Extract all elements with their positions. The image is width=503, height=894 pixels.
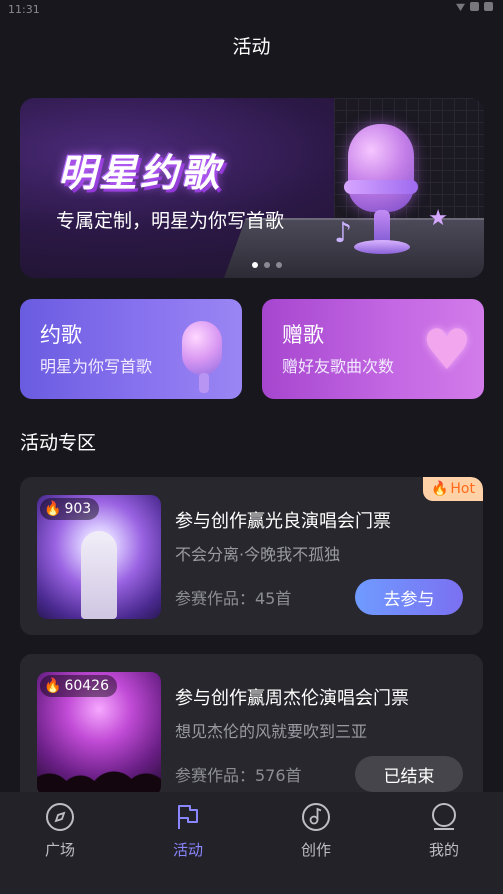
- microphone-band: [344, 180, 418, 194]
- microphone-icon: [182, 321, 222, 375]
- flame-icon: 🔥: [44, 678, 62, 694]
- ended-button[interactable]: 已结束: [355, 756, 463, 792]
- flame-icon: 🔥: [430, 481, 449, 497]
- flag-icon: [178, 805, 198, 829]
- activity-thumbnail: 🔥 60426: [37, 672, 161, 796]
- star-icon: ★: [428, 206, 448, 231]
- banner-subtitle: 专属定制，明星为你写首歌: [56, 210, 285, 232]
- nav-item-activity[interactable]: 活动: [148, 802, 228, 860]
- compass-icon: [46, 803, 74, 831]
- nav-label: 创作: [300, 841, 331, 859]
- battery-icon: [484, 2, 493, 11]
- activity-title: 参与创作赢周杰伦演唱会门票: [175, 688, 409, 709]
- section-title: 活动专区: [20, 432, 97, 454]
- pagination-dot[interactable]: [276, 262, 282, 268]
- heat-badge: 🔥 903: [40, 498, 100, 520]
- wifi-icon: [456, 3, 465, 11]
- signal-icon: [470, 2, 479, 11]
- nav-label: 我的: [428, 841, 459, 859]
- nav-item-square[interactable]: 广场: [20, 802, 100, 860]
- profile-icon: [432, 803, 456, 830]
- nav-label: 活动: [172, 841, 203, 859]
- activity-subtitle: 不会分离·今晚我不孤独: [175, 545, 341, 564]
- pagination-dot[interactable]: [252, 262, 258, 268]
- heart-icon: ♥: [421, 318, 472, 383]
- banner-pagination[interactable]: [252, 262, 282, 268]
- page-title: 活动: [232, 36, 271, 58]
- status-icons: [456, 2, 493, 11]
- join-button[interactable]: 去参与: [355, 579, 463, 615]
- activity-card[interactable]: 🔥 60426 参与创作赢周杰伦演唱会门票 想见杰伦的风就要吹到三亚 参赛作品：…: [20, 654, 483, 812]
- entries-count: 参赛作品：576首: [175, 766, 302, 785]
- microphone-icon: [348, 124, 414, 212]
- bottom-nav: 广场 活动 创作 我的: [0, 792, 503, 894]
- banner-title: 明星约歌: [58, 151, 223, 195]
- hot-label: Hot: [450, 481, 475, 497]
- activity-card[interactable]: 🔥 903 参与创作赢光良演唱会门票 不会分离·今晚我不孤独 参赛作品：45首 …: [20, 477, 483, 635]
- music-note-icon: ♪: [334, 216, 352, 249]
- feature-title: 赠歌: [282, 323, 324, 347]
- feature-subtitle: 赠好友歌曲次数: [282, 357, 395, 376]
- entries-count: 参赛作品：45首: [175, 589, 292, 608]
- heat-count: 60426: [64, 678, 109, 694]
- concert-crowd: [37, 746, 161, 796]
- status-bar: 11:31: [0, 0, 503, 22]
- heat-count: 903: [64, 501, 92, 517]
- activity-title: 参与创作赢光良演唱会门票: [175, 511, 391, 532]
- feature-subtitle: 明星为你写首歌: [40, 357, 153, 376]
- nav-item-mine[interactable]: 我的: [404, 802, 484, 860]
- book-song-card[interactable]: 约歌 明星为你写首歌: [20, 299, 242, 399]
- nav-item-create[interactable]: 创作: [276, 802, 356, 860]
- flame-icon: 🔥: [44, 501, 62, 517]
- feature-title: 约歌: [40, 323, 82, 347]
- promo-banner[interactable]: 明星约歌 专属定制，明星为你写首歌 ♪ ★: [20, 98, 484, 278]
- gift-song-card[interactable]: 赠歌 赠好友歌曲次数 ♥: [262, 299, 484, 399]
- hot-badge: 🔥 Hot: [422, 477, 483, 501]
- activity-subtitle: 想见杰伦的风就要吹到三亚: [175, 722, 368, 741]
- status-time: 11:31: [8, 3, 40, 16]
- pagination-dot[interactable]: [264, 262, 270, 268]
- heat-badge: 🔥 60426: [40, 675, 117, 697]
- music-disc-icon: [302, 803, 330, 831]
- nav-label: 广场: [44, 841, 75, 859]
- microphone-stand: [199, 373, 209, 393]
- activity-thumbnail: 🔥 903: [37, 495, 161, 619]
- performer-figure: [81, 531, 117, 619]
- microphone-base: [354, 240, 410, 254]
